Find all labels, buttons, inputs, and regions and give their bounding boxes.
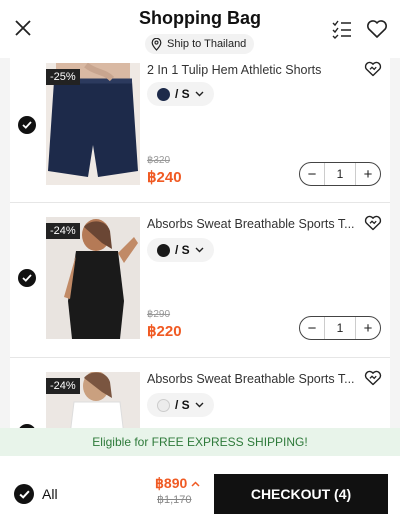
original-price: ฿290 — [147, 309, 171, 320]
product-image[interactable]: -25% — [46, 63, 140, 185]
select-all-checkbox[interactable] — [14, 484, 34, 504]
variant-selector[interactable]: / S — [147, 82, 214, 106]
chevron-down-icon — [195, 402, 204, 408]
total-original-price: ฿1,170 — [157, 494, 192, 506]
increase-button[interactable]: + — [356, 163, 380, 185]
header: Shopping Bag Ship to Thailand — [0, 0, 400, 58]
decrease-button[interactable]: − — [300, 317, 324, 339]
checkout-bar: All ฿890 ฿1,170 CHECKOUT (4) — [0, 456, 400, 520]
color-swatch — [157, 398, 170, 412]
quantity-value[interactable]: 1 — [324, 163, 356, 185]
location-pin-icon — [151, 37, 162, 51]
product-name[interactable]: 2 In 1 Tulip Hem Athletic Shorts — [147, 63, 359, 77]
move-to-wishlist-icon[interactable] — [362, 212, 384, 234]
cart-item: -24% Absorbs Sweat Breathable Sports T..… — [10, 358, 390, 428]
product-name[interactable]: Absorbs Sweat Breathable Sports T... — [147, 372, 359, 386]
size-label: / S — [175, 243, 190, 257]
size-label: / S — [175, 87, 190, 101]
sale-price: ฿240 — [147, 169, 182, 186]
cart-item: -24% Absorbs Sweat Breathable Sports T..… — [10, 203, 390, 358]
variant-selector[interactable]: / S — [147, 238, 214, 262]
chevron-down-icon — [195, 247, 204, 253]
checkout-button[interactable]: CHECKOUT (4) — [214, 474, 388, 514]
move-to-wishlist-icon[interactable] — [362, 58, 384, 80]
item-select-checkbox[interactable] — [18, 269, 36, 287]
discount-badge: -24% — [46, 378, 80, 394]
total-price[interactable]: ฿890 — [155, 475, 200, 492]
sale-price: ฿220 — [147, 323, 182, 340]
ship-to-button[interactable]: Ship to Thailand — [145, 34, 255, 54]
checkmark-icon — [18, 490, 30, 499]
quantity-stepper: − 1 + — [299, 162, 381, 186]
decrease-button[interactable]: − — [300, 163, 324, 185]
color-swatch — [157, 87, 170, 101]
select-all-toggle[interactable]: All — [14, 484, 58, 504]
product-image[interactable]: -24% — [46, 217, 140, 339]
cart-item: -25% 2 In 1 Tulip Hem Athletic Shorts / … — [10, 58, 390, 203]
discount-badge: -24% — [46, 223, 80, 239]
free-shipping-banner: Eligible for FREE EXPRESS SHIPPING! — [0, 428, 400, 456]
ship-to-label: Ship to Thailand — [167, 38, 247, 50]
heart-icon[interactable] — [364, 16, 390, 42]
chevron-down-icon — [195, 91, 204, 97]
original-price: ฿320 — [147, 155, 171, 166]
discount-badge: -25% — [46, 69, 80, 85]
cart-list: -25% 2 In 1 Tulip Hem Athletic Shorts / … — [10, 58, 390, 428]
quantity-stepper: − 1 + — [299, 316, 381, 340]
item-select-checkbox[interactable] — [18, 116, 36, 134]
size-label: / S — [175, 398, 190, 412]
quantity-value[interactable]: 1 — [324, 317, 356, 339]
total-price-value: ฿890 — [155, 475, 188, 491]
product-name[interactable]: Absorbs Sweat Breathable Sports T... — [147, 217, 359, 231]
checkmark-icon — [22, 121, 32, 129]
checklist-icon[interactable] — [329, 16, 355, 42]
checkmark-icon — [22, 274, 32, 282]
variant-selector[interactable]: / S — [147, 393, 214, 417]
select-all-label: All — [42, 486, 58, 502]
chevron-up-icon — [191, 480, 200, 487]
increase-button[interactable]: + — [356, 317, 380, 339]
product-image[interactable]: -24% — [46, 372, 140, 428]
color-swatch — [157, 243, 170, 257]
move-to-wishlist-icon[interactable] — [362, 367, 384, 389]
